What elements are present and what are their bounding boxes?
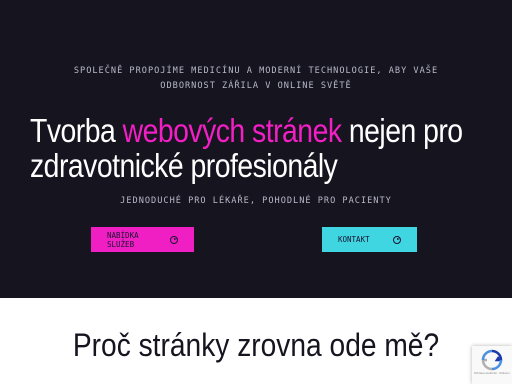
hero-headline-line-1: Tvorba webových stránek nejen pro	[30, 112, 463, 149]
contact-button-label: KONTAKT	[338, 235, 370, 244]
contact-button[interactable]: KONTAKT	[322, 227, 417, 252]
hero-headline-line-2: zdravotnické profesionály	[30, 147, 338, 184]
recaptcha-text[interactable]: Ochrana soukromí - Smluvní podmínky	[474, 372, 510, 376]
arrow-circle-icon	[393, 235, 401, 244]
section-title: Proč stránky zrovna ode mě?	[72, 327, 440, 363]
hero-eyebrow-line-2: ODBORNOST ZÁŘILA V ONLINE SVĚTĚ	[160, 81, 352, 91]
headline-accent: webových stránek	[122, 112, 342, 149]
hero-eyebrow-line-1: SPOLEČNĚ PROPOJÍME MEDICÍNU A MODERNÍ TE…	[73, 66, 439, 76]
hero-eyebrow: SPOLEČNĚ PROPOJÍME MEDICÍNU A MODERNÍ TE…	[0, 64, 512, 94]
recaptcha-logo-icon	[481, 349, 503, 371]
headline-text-end: nejen pro	[341, 112, 463, 149]
hero-subline: JEDNODUCHÉ PRO LÉKAŘE, POHODLNÉ PRO PACI…	[120, 196, 392, 206]
services-button-label: NABÍDKA SLUŽEB	[107, 230, 139, 249]
headline-text: Tvorba	[30, 112, 123, 149]
services-button[interactable]: NABÍDKA SLUŽEB	[91, 227, 194, 252]
recaptcha-badge[interactable]: Ochrana soukromí - Smluvní podmínky	[472, 346, 512, 384]
hero-section: SPOLEČNĚ PROPOJÍME MEDICÍNU A MODERNÍ TE…	[0, 0, 512, 298]
hero-headline: Tvorba webových stránek nejen pro zdravo…	[30, 112, 463, 184]
arrow-circle-icon	[170, 235, 178, 244]
